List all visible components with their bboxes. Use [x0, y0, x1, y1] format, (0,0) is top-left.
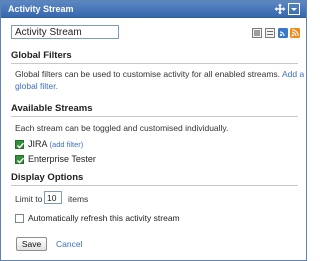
enterprise-tester-label: Enterprise Tester: [28, 154, 96, 164]
rss-icon[interactable]: [290, 28, 300, 38]
display-options-divider: [11, 185, 298, 186]
move-icon[interactable]: [274, 3, 286, 15]
add-global-filter-link-part1[interactable]: Add a: [282, 69, 304, 79]
global-filters-divider: [11, 63, 298, 64]
menu-icon[interactable]: [288, 3, 300, 15]
gadget-title: Activity Stream: [8, 4, 74, 14]
limit-prefix: Limit to: [15, 194, 43, 204]
auto-refresh-checkbox[interactable]: [15, 214, 24, 223]
stream-name-input[interactable]: [11, 25, 119, 39]
global-filters-heading: Global Filters: [11, 50, 72, 61]
add-global-filter-line: global filter.: [15, 81, 58, 91]
display-options-heading: Display Options: [11, 172, 84, 183]
cancel-link[interactable]: Cancel: [56, 239, 82, 249]
global-filters-description: Global filters can be used to customise …: [15, 69, 281, 79]
jira-add-filter-link[interactable]: (add filter): [50, 140, 84, 149]
list-view-icon[interactable]: [252, 28, 262, 38]
limit-input[interactable]: [44, 191, 62, 204]
activity-stream-gadget: Activity Stream Activity Stream Global F…: [0, 0, 307, 261]
available-streams-divider: [11, 116, 298, 117]
jira-checkbox[interactable]: [15, 140, 25, 149]
limit-suffix: items: [68, 194, 89, 204]
add-global-filter-link-part2[interactable]: global filter.: [15, 81, 58, 91]
compact-view-icon[interactable]: [265, 28, 275, 38]
available-streams-heading: Available Streams: [11, 103, 93, 114]
jira-stream-label: JIRA (add filter): [28, 139, 83, 149]
enterprise-tester-checkbox[interactable]: [15, 155, 25, 164]
available-streams-description: Each stream can be toggled and customise…: [15, 123, 229, 133]
save-button[interactable]: Save: [16, 237, 47, 251]
global-filters-description-line: Global filters can be used to customise …: [15, 69, 304, 79]
feed-icon-blue[interactable]: [278, 28, 288, 38]
jira-label: JIRA: [28, 139, 48, 149]
gadget-titlebar: Activity Stream: [1, 1, 306, 18]
auto-refresh-label: Automatically refresh this activity stre…: [28, 213, 180, 223]
